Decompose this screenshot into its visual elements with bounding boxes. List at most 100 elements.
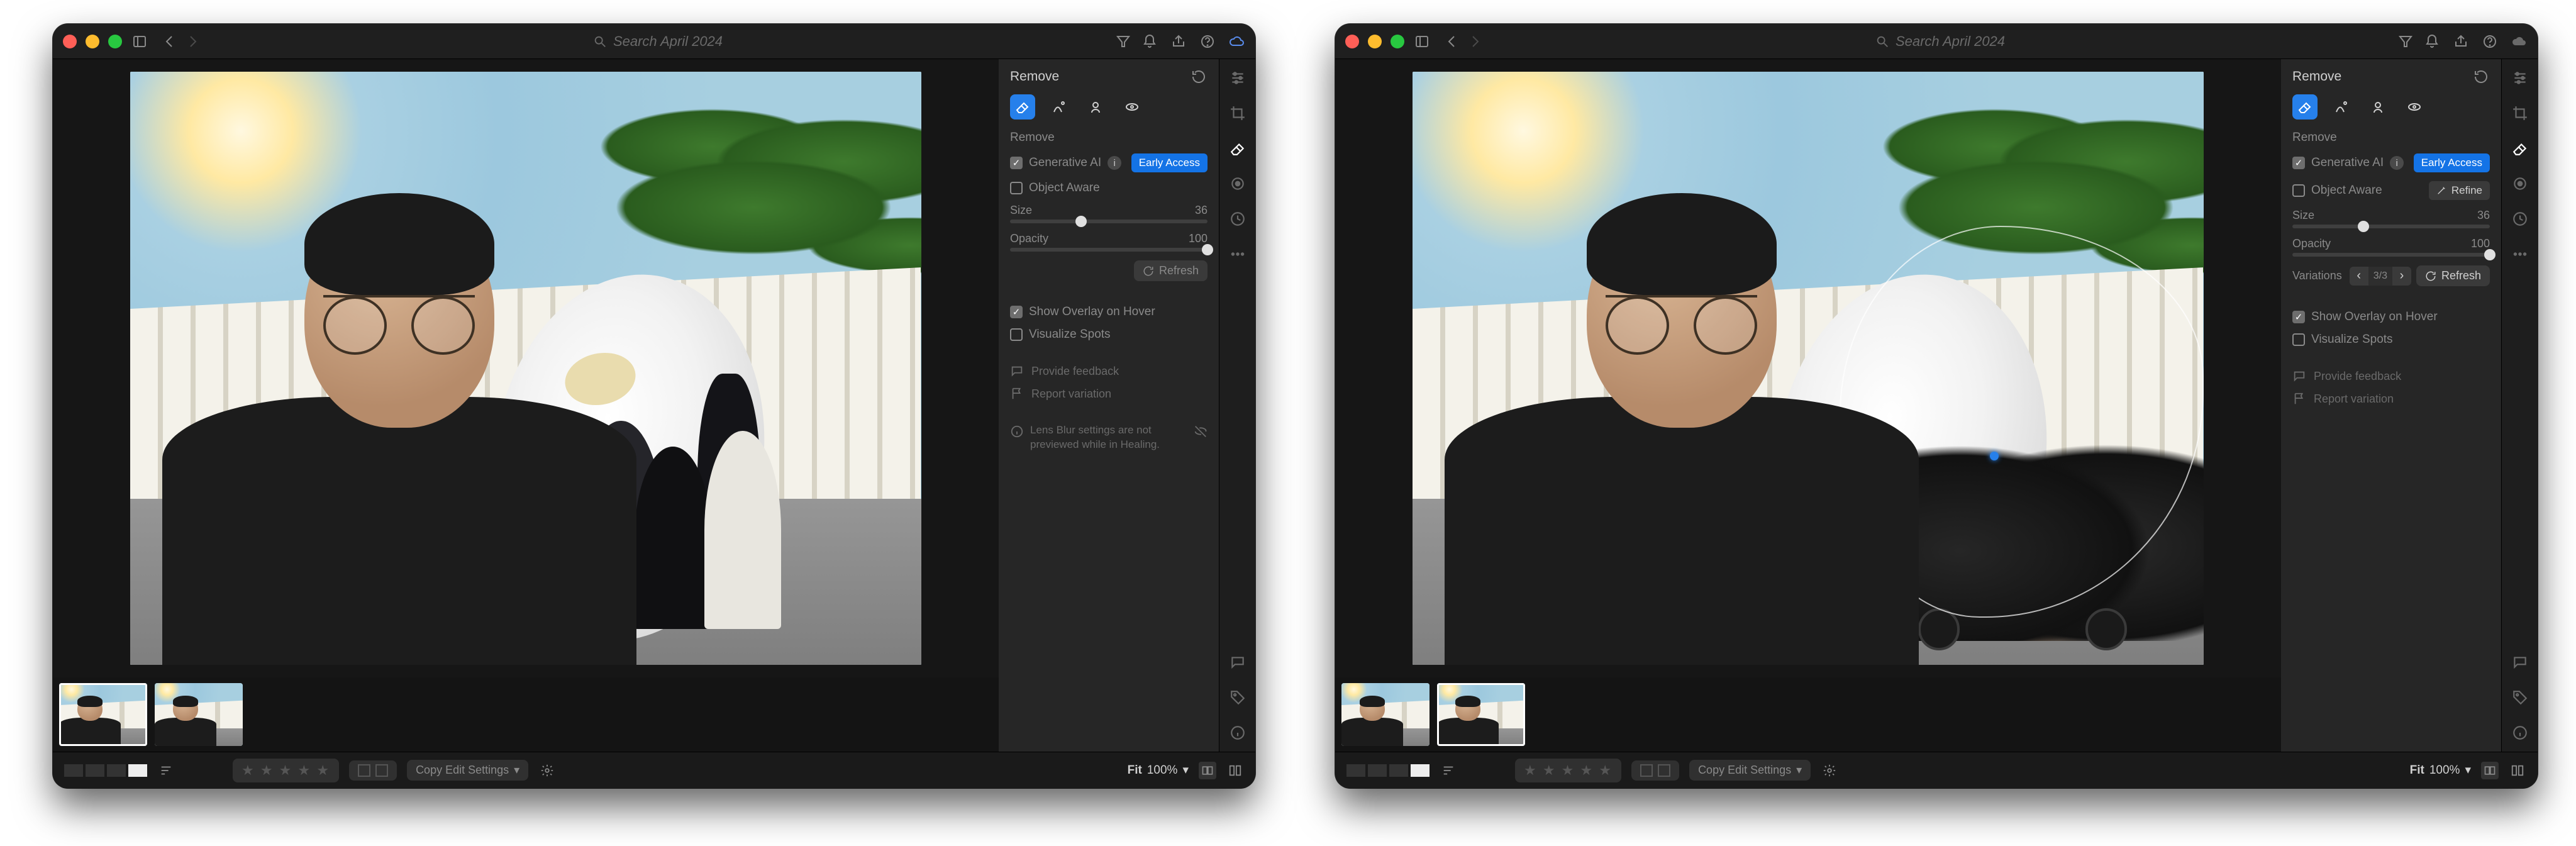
compare-icon[interactable] <box>2509 762 2526 779</box>
object-aware-checkbox[interactable] <box>2292 184 2305 197</box>
heal-brush-tool[interactable] <box>2329 94 2354 120</box>
flag-controls[interactable] <box>349 760 397 781</box>
panel-toggle-icon[interactable] <box>131 33 148 50</box>
visualize-spots-checkbox[interactable] <box>1010 328 1023 341</box>
share-icon[interactable] <box>2452 33 2470 50</box>
mask-icon[interactable] <box>2510 174 2530 194</box>
hide-notice-icon[interactable] <box>1194 425 1208 443</box>
crop-icon[interactable] <box>2510 103 2530 123</box>
refresh-button[interactable]: Refresh <box>2416 265 2490 286</box>
generative-ai-checkbox[interactable]: ✓ <box>2292 157 2305 169</box>
redeye-tool[interactable] <box>2402 94 2427 120</box>
comments-icon[interactable] <box>1228 652 1248 672</box>
nav-back-icon[interactable] <box>1443 33 1461 50</box>
view-mode-selector[interactable] <box>64 764 147 777</box>
bell-icon[interactable] <box>1141 33 1158 50</box>
filmstrip-thumb[interactable] <box>1437 683 1525 746</box>
filmstrip-thumb[interactable] <box>155 683 243 746</box>
report-variation-link[interactable]: Report variation <box>1010 387 1208 401</box>
cloud-sync-icon[interactable] <box>2510 33 2528 50</box>
generative-ai-checkbox[interactable]: ✓ <box>1010 157 1023 169</box>
variations-stepper[interactable]: ‹ 3/3 › <box>2350 267 2411 286</box>
share-icon[interactable] <box>1170 33 1187 50</box>
provide-feedback-link[interactable]: Provide feedback <box>2292 369 2490 383</box>
size-slider[interactable] <box>2292 225 2490 228</box>
nav-back-icon[interactable] <box>161 33 179 50</box>
clone-tool[interactable] <box>1083 94 1108 120</box>
filmstrip-thumb[interactable] <box>59 683 147 746</box>
show-overlay-checkbox[interactable]: ✓ <box>1010 306 1023 318</box>
healing-icon[interactable] <box>2510 138 2530 159</box>
eraser-tool[interactable] <box>1010 94 1035 120</box>
selection-handle[interactable] <box>1990 452 1999 460</box>
filmstrip-thumb[interactable] <box>1341 683 1430 746</box>
more-icon[interactable] <box>2510 244 2530 264</box>
healing-icon[interactable] <box>1228 138 1248 159</box>
info-rail-icon[interactable] <box>1228 723 1248 743</box>
image-viewer[interactable] <box>53 59 999 677</box>
maximize-window[interactable] <box>1391 35 1404 48</box>
refine-button[interactable]: Refine <box>2429 181 2490 200</box>
star-rating[interactable]: ★ ★ ★ ★ ★ <box>233 759 339 782</box>
search-bar[interactable]: Search April 2024 <box>1492 33 2388 50</box>
reset-icon[interactable] <box>1190 68 1208 86</box>
more-icon[interactable] <box>1228 244 1248 264</box>
gear-icon[interactable] <box>538 762 556 779</box>
help-icon[interactable] <box>1199 33 1216 50</box>
crop-icon[interactable] <box>1228 103 1248 123</box>
copy-edit-settings-button[interactable]: Copy Edit Settings ▾ <box>407 760 528 781</box>
view-mode-selector[interactable] <box>1346 764 1430 777</box>
opacity-slider[interactable] <box>1010 248 1208 252</box>
opacity-slider[interactable] <box>2292 253 2490 257</box>
object-aware-checkbox[interactable] <box>1010 182 1023 194</box>
filter-icon[interactable] <box>2397 33 2414 50</box>
panel-toggle-icon[interactable] <box>1413 33 1431 50</box>
tag-icon[interactable] <box>1228 687 1248 708</box>
nav-forward-icon[interactable] <box>1466 33 1484 50</box>
help-icon[interactable] <box>2481 33 2499 50</box>
star-rating[interactable]: ★ ★ ★ ★ ★ <box>1515 759 1621 782</box>
info-icon[interactable]: i <box>1108 156 1121 170</box>
close-window[interactable] <box>1345 35 1359 48</box>
bell-icon[interactable] <box>2423 33 2441 50</box>
versions-icon[interactable] <box>2510 209 2530 229</box>
flag-controls[interactable] <box>1631 760 1679 781</box>
sort-icon[interactable] <box>157 762 175 779</box>
zoom-control[interactable]: Fit 100% ▾ <box>1128 763 1189 777</box>
edit-sliders-icon[interactable] <box>1228 68 1248 88</box>
report-variation-link[interactable]: Report variation <box>2292 392 2490 406</box>
tag-icon[interactable] <box>2510 687 2530 708</box>
remove-panel: Remove Remove ✓ Generative AI i Early Ac… <box>999 59 1219 752</box>
versions-icon[interactable] <box>1228 209 1248 229</box>
nav-forward-icon[interactable] <box>184 33 201 50</box>
maximize-window[interactable] <box>108 35 122 48</box>
redeye-tool[interactable] <box>1119 94 1145 120</box>
before-after-icon[interactable] <box>2481 762 2499 779</box>
before-after-icon[interactable] <box>1199 762 1216 779</box>
compare-icon[interactable] <box>1226 762 1244 779</box>
close-window[interactable] <box>63 35 77 48</box>
reset-icon[interactable] <box>2472 68 2490 86</box>
info-icon[interactable]: i <box>2390 156 2404 170</box>
minimize-window[interactable] <box>86 35 99 48</box>
show-overlay-checkbox[interactable]: ✓ <box>2292 311 2305 323</box>
cloud-sync-icon[interactable] <box>1228 33 1245 50</box>
clone-tool[interactable] <box>2365 94 2390 120</box>
search-bar[interactable]: Search April 2024 <box>210 33 1106 50</box>
edit-sliders-icon[interactable] <box>2510 68 2530 88</box>
copy-edit-settings-button[interactable]: Copy Edit Settings ▾ <box>1689 760 1811 781</box>
eraser-tool[interactable] <box>2292 94 2318 120</box>
gear-icon[interactable] <box>1821 762 1838 779</box>
heal-brush-tool[interactable] <box>1046 94 1072 120</box>
minimize-window[interactable] <box>1368 35 1382 48</box>
filter-icon[interactable] <box>1114 33 1132 50</box>
image-viewer[interactable] <box>1335 59 2281 677</box>
mask-icon[interactable] <box>1228 174 1248 194</box>
provide-feedback-link[interactable]: Provide feedback <box>1010 364 1208 378</box>
size-slider[interactable] <box>1010 220 1208 223</box>
zoom-control[interactable]: Fit 100% ▾ <box>2410 763 2471 777</box>
comments-icon[interactable] <box>2510 652 2530 672</box>
info-rail-icon[interactable] <box>2510 723 2530 743</box>
visualize-spots-checkbox[interactable] <box>2292 333 2305 346</box>
sort-icon[interactable] <box>1440 762 1457 779</box>
